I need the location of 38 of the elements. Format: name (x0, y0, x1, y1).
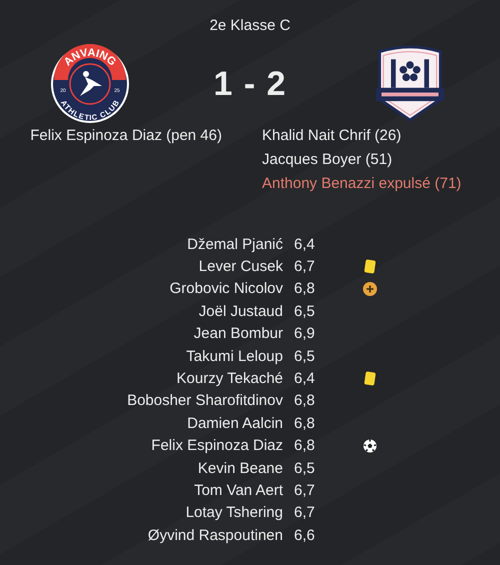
player-name: Felix Espinoza Diaz (151, 437, 283, 454)
player-name: Kevin Beane (198, 460, 283, 477)
scorer-text: Jacques Boyer (51) (262, 150, 392, 169)
football-icon (363, 438, 377, 453)
player-name: Bobosher Sharofitdinov (127, 392, 283, 410)
player-name: Lotay Tshering (186, 504, 283, 522)
player-name: Kourzy Tekaché (176, 370, 283, 388)
competition-title: 2e Klasse C (208, 17, 292, 34)
player-rating: 6,7 (294, 504, 316, 522)
expulsion-text: Anthony Benazzi expulsé (71) (262, 174, 462, 193)
player-name: Grobovic Nicolov (170, 280, 283, 298)
match-score: 1 - 2 (213, 64, 287, 104)
player-rating: 6,7 (294, 482, 316, 499)
player-name: Tom Van Aert (194, 482, 283, 499)
player-rating: 6,8 (294, 414, 316, 432)
player-rating: 6,4 (294, 236, 316, 253)
player-rating: 6,8 (294, 437, 316, 454)
player-name: Džemal Pjanić (187, 236, 283, 253)
player-rating: 6,8 (294, 280, 316, 298)
booking-card-icon (364, 259, 376, 274)
player-name: Joël Justaud (198, 302, 283, 320)
player-rating: 6,8 (294, 392, 316, 410)
plus-circle-icon (363, 282, 377, 296)
scorer-text: Khalid Nait Chrif (26) (262, 126, 402, 145)
player-rating: 6,5 (294, 348, 316, 365)
player-rating: 6,6 (294, 526, 316, 544)
player-rating: 6,7 (294, 258, 316, 276)
player-name: Jean Bombur (194, 325, 283, 342)
player-name: Øyvind Raspoutinen (148, 526, 283, 544)
player-name: Takumi Leloup (186, 348, 283, 365)
player-rating: 6,5 (294, 460, 316, 477)
player-rating: 6,4 (294, 370, 316, 388)
booking-card-icon (364, 371, 376, 386)
player-rating: 6,5 (294, 302, 316, 320)
player-name: Damien Aalcin (187, 414, 283, 432)
scorer-text: Felix Espinoza Diaz (pen 46) (30, 126, 222, 145)
player-rating: 6,9 (294, 325, 316, 342)
player-name: Lever Cusek (198, 258, 283, 276)
